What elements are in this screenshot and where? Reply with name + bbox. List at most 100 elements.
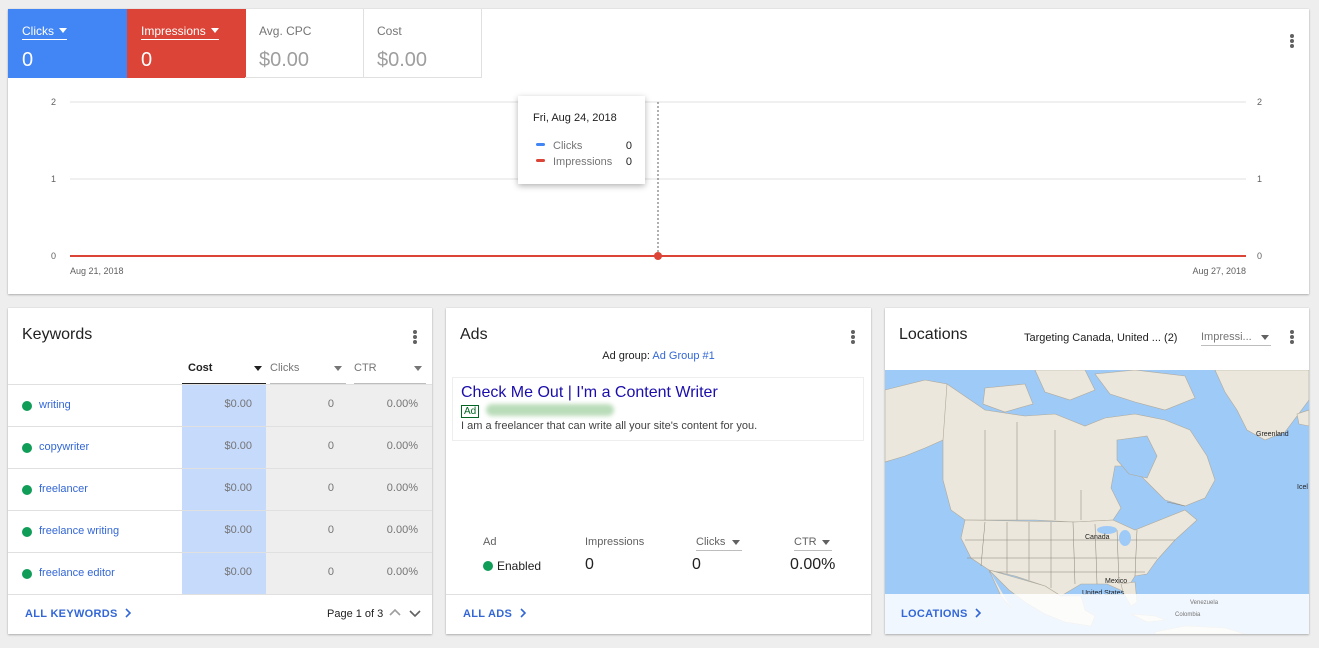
table-row[interactable]: freelance writing $0.00 0 0.00% (8, 510, 432, 552)
ads-title: Ads (460, 326, 488, 343)
targeting-summary[interactable]: Targeting Canada, United ... (2) (1024, 332, 1177, 344)
metric-clicks-tab[interactable]: Clicks 0 (8, 9, 127, 78)
legend-swatch-impressions (536, 159, 545, 162)
metric-impressions-value: 0 (141, 49, 153, 71)
status-enabled-icon (22, 443, 32, 453)
highlighted-data-point (654, 252, 662, 260)
cell-cost: $0.00 (182, 469, 266, 510)
metric-clicks-value: 0 (22, 49, 34, 71)
map-label-mexico: Mexico (1105, 578, 1128, 585)
locations-link[interactable]: LOCATIONS (901, 608, 982, 620)
chevron-right-icon (519, 608, 526, 618)
chart-tooltip: Fri, Aug 24, 2018 Clicks 0 Impressions 0 (518, 96, 645, 184)
ad-status-label: Ad (483, 536, 497, 548)
table-row[interactable]: freelancer $0.00 0 0.00% (8, 468, 432, 510)
ad-group-line: Ad group: Ad Group #1 (602, 350, 715, 362)
ad-display-url-blurred (486, 404, 614, 416)
locations-title: Locations (899, 326, 968, 343)
ads-card: Ads Ad group: Ad Group #1 Check Me Out |… (446, 308, 871, 634)
status-enabled-icon (22, 485, 32, 495)
more-options-icon[interactable] (1285, 32, 1299, 50)
x-tick-label: Aug 27, 2018 (1192, 266, 1246, 276)
all-ads-link[interactable]: ALL ADS (463, 608, 527, 620)
cell-cost: $0.00 (182, 511, 266, 552)
table-row[interactable]: freelance editor $0.00 0 0.00% (8, 552, 432, 594)
tooltip-row-clicks: Clicks 0 (536, 140, 632, 152)
sort-down-icon (414, 366, 422, 371)
sort-down-icon (732, 540, 740, 545)
x-tick-label: Aug 21, 2018 (70, 266, 124, 276)
sort-down-icon (254, 366, 262, 371)
tooltip-row-impressions: Impressions 0 (536, 156, 632, 168)
more-options-icon[interactable] (1285, 328, 1299, 346)
ctr-column-header[interactable]: CTR (794, 536, 832, 551)
chevron-down-icon (59, 28, 67, 33)
chevron-up-icon[interactable] (389, 608, 401, 618)
status-enabled-icon (22, 401, 32, 411)
clicks-column-header[interactable]: Clicks (696, 536, 742, 551)
map-metric-select[interactable]: Impressi... (1201, 331, 1271, 346)
tooltip-date: Fri, Aug 24, 2018 (533, 112, 617, 124)
cell-ctr: 0.00% (350, 427, 432, 468)
divider (446, 594, 871, 595)
legend-swatch-clicks (536, 143, 545, 146)
metric-impressions-label[interactable]: Impressions (141, 24, 219, 40)
ad-preview[interactable]: Check Me Out | I'm a Content Writer Ad I… (452, 377, 864, 441)
metric-clicks-label[interactable]: Clicks (22, 24, 67, 40)
chevron-down-icon (1261, 335, 1269, 340)
chevron-right-icon (975, 608, 982, 618)
more-options-icon[interactable] (408, 328, 422, 346)
locations-footer: Venezuela Colombia LOCATIONS (885, 594, 1309, 634)
locations-card: Locations Targeting Canada, United ... (… (885, 308, 1309, 634)
cell-clicks: 0 (266, 553, 350, 594)
map-label-colombia: Colombia (1175, 612, 1201, 618)
status-enabled-icon (22, 527, 32, 537)
metric-cost-tab[interactable]: Cost $0.00 (363, 9, 482, 78)
keywords-title: Keywords (22, 326, 93, 343)
keywords-card: Keywords Cost Clicks CTR writing $0.00 0… (8, 308, 432, 634)
keyword-link[interactable]: writing (39, 399, 71, 411)
map-label-venezuela: Venezuela (1190, 600, 1219, 606)
keyword-link[interactable]: copywriter (39, 441, 89, 453)
column-header-cost[interactable]: Cost (182, 361, 266, 384)
table-row[interactable]: copywriter $0.00 0 0.00% (8, 426, 432, 468)
column-header-clicks[interactable]: Clicks (270, 361, 346, 384)
keyword-link[interactable]: freelance writing (39, 525, 119, 537)
clicks-value: 0 (692, 556, 701, 573)
water-great-lakes (1097, 526, 1117, 534)
cell-clicks: 0 (266, 427, 350, 468)
table-row[interactable]: writing $0.00 0 0.00% (8, 384, 432, 426)
ad-group-link[interactable]: Ad Group #1 (652, 350, 714, 362)
more-options-icon[interactable] (846, 328, 860, 346)
chevron-down-icon (210, 28, 219, 33)
keyword-link[interactable]: freelancer (39, 483, 88, 495)
cell-cost: $0.00 (182, 427, 266, 468)
ad-headline[interactable]: Check Me Out | I'm a Content Writer (461, 384, 718, 402)
cell-ctr: 0.00% (350, 469, 432, 510)
cell-cost: $0.00 (182, 553, 266, 594)
all-keywords-link[interactable]: ALL KEYWORDS (25, 608, 132, 620)
status-enabled-icon (22, 569, 32, 579)
metric-avg-cpc-tab[interactable]: Avg. CPC $0.00 (245, 9, 364, 78)
ad-badge: Ad (461, 405, 480, 418)
metric-avg-cpc-label: Avg. CPC (259, 24, 312, 38)
metric-impressions-tab[interactable]: Impressions 0 (127, 9, 246, 78)
cell-ctr: 0.00% (350, 553, 432, 594)
keyword-link[interactable]: freelance editor (39, 567, 115, 579)
performance-line-chart[interactable]: 0 0 1 1 2 2 Aug 21, 2018 Aug 27, 2018 (8, 89, 1309, 294)
y-tick-label-right: 1 (1257, 174, 1262, 184)
status-enabled-icon (483, 561, 493, 571)
cell-clicks: 0 (266, 469, 350, 510)
chevron-down-icon[interactable] (409, 609, 421, 619)
metric-cost-value: $0.00 (377, 49, 428, 71)
map-label-iceland: Icel (1297, 484, 1308, 491)
map-label-greenland: Greenland (1256, 431, 1289, 438)
impressions-label: Impressions (585, 536, 645, 548)
metric-cost-label: Cost (377, 24, 402, 38)
column-header-ctr[interactable]: CTR (354, 361, 426, 384)
y-tick-label-left: 0 (51, 251, 56, 261)
map-label-canada: Canada (1085, 534, 1110, 541)
chevron-right-icon (125, 608, 132, 618)
cell-cost: $0.00 (182, 385, 266, 426)
divider (8, 594, 432, 595)
